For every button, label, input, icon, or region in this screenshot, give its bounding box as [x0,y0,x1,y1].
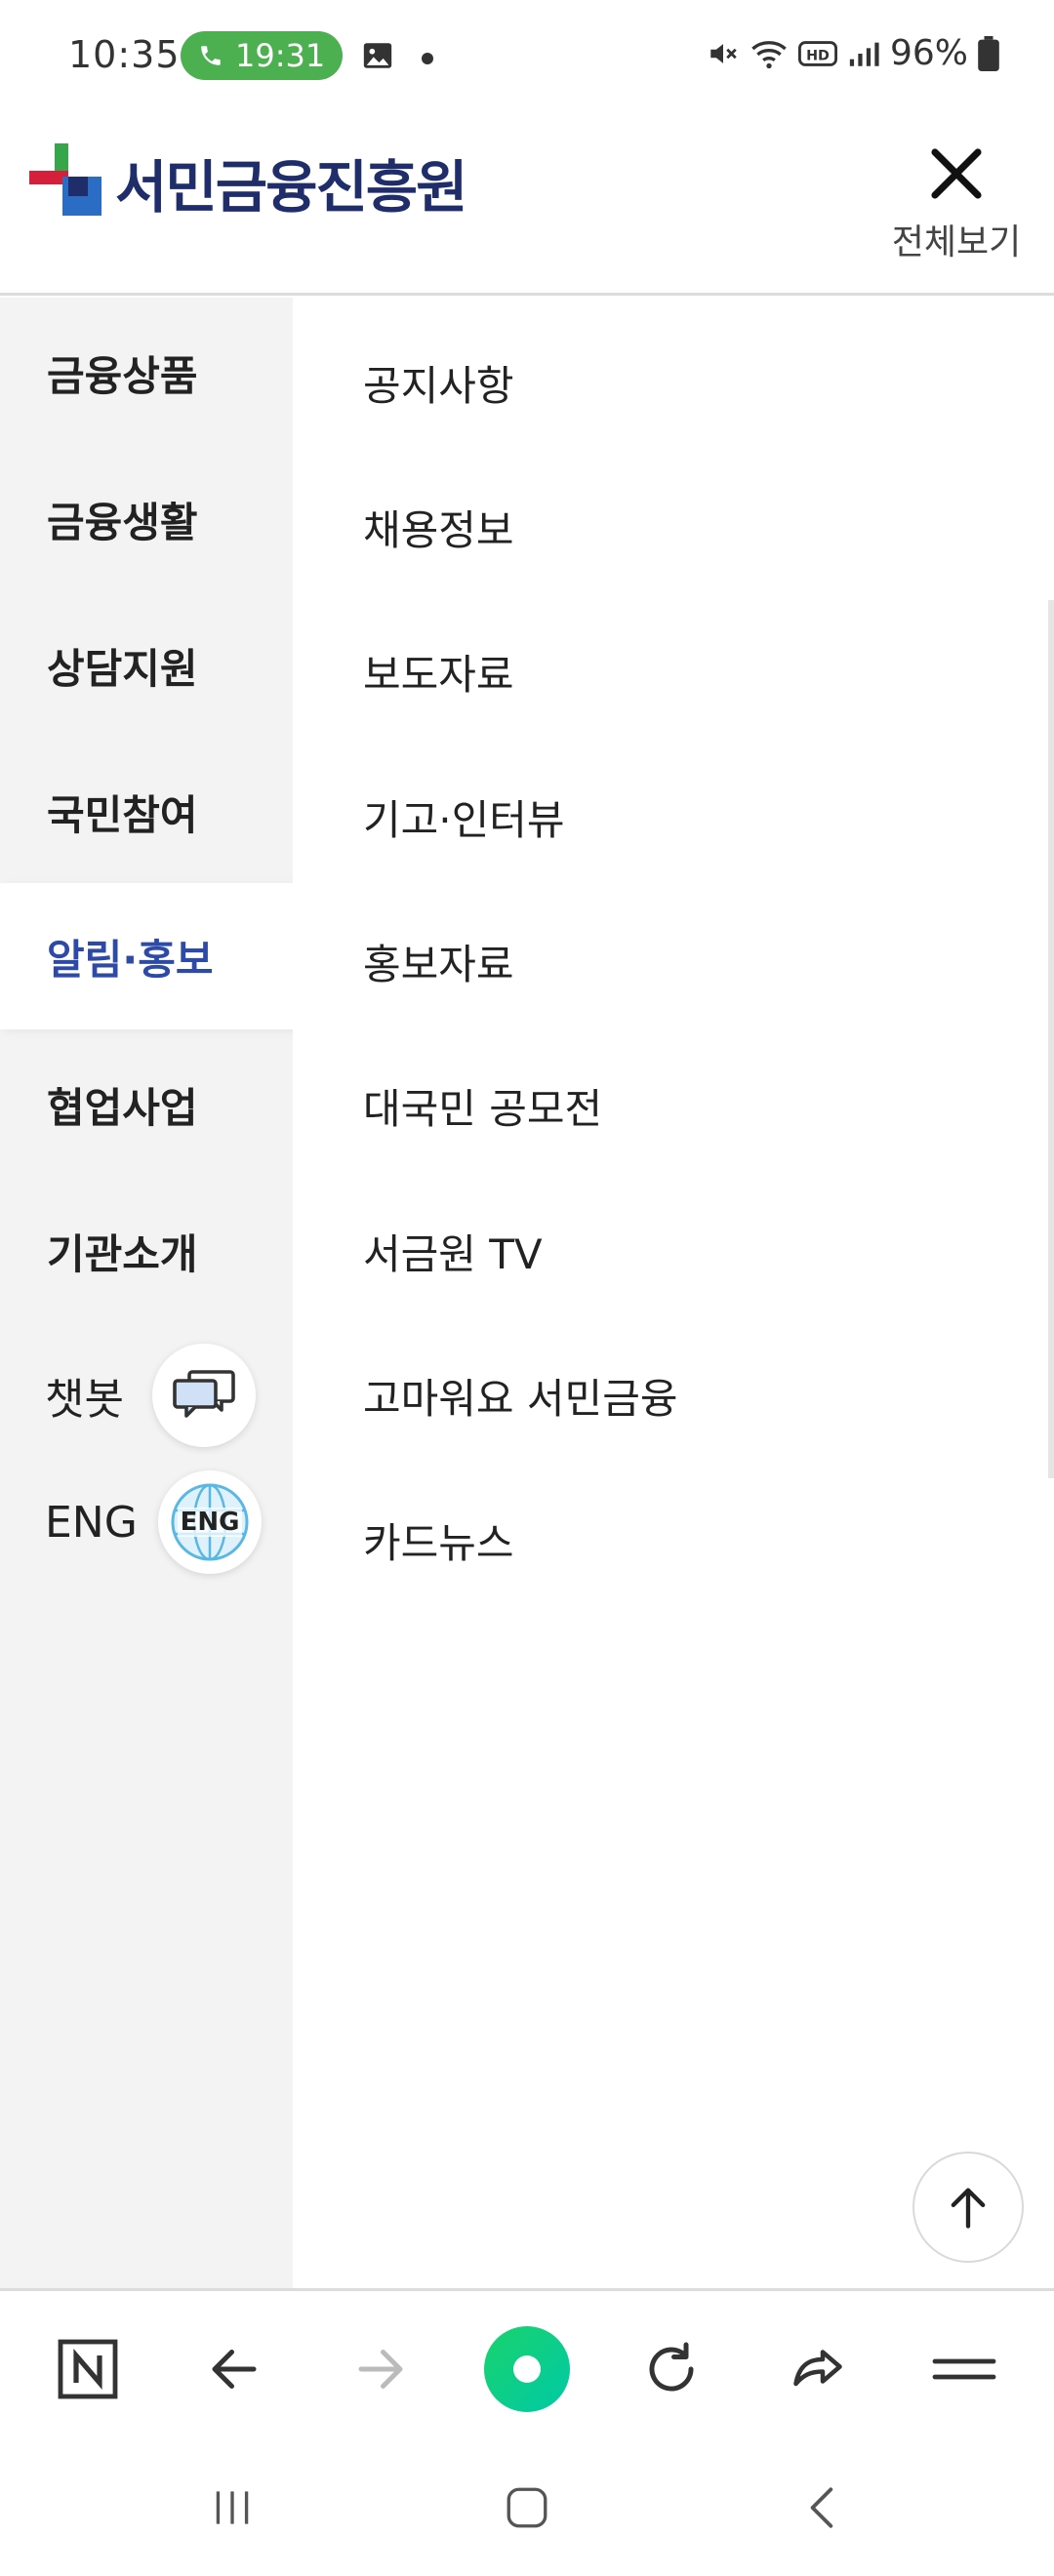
share-icon [793,2350,842,2387]
menu-item-financial-life[interactable]: 금융생활 [0,446,293,592]
submenu-thanks-finance[interactable]: 고마워요 서민금융 [363,1366,677,1426]
menu-item-participation[interactable]: 국민참여 [0,739,293,885]
naver-home-button[interactable] [39,2320,137,2418]
signal-icon [849,42,879,66]
menu-item-about[interactable]: 기관소개 [0,1178,293,1324]
logo-mark-icon [29,143,101,216]
chatbot-button[interactable] [152,1344,256,1447]
submenu-pr-materials[interactable]: 홍보자료 [363,932,514,991]
forward-arrow-icon [358,2350,403,2389]
green-dot-button[interactable] [478,2320,576,2418]
phone-icon [201,46,221,65]
system-nav-bar [0,2439,1054,2576]
home-icon [507,2487,547,2528]
close-menu-label: 전체보기 [891,222,1022,262]
back-arrow-icon [212,2350,257,2389]
chatbot-link[interactable]: 챗봇 [45,1342,289,1449]
call-timer-pill[interactable]: 19:31 [181,31,343,80]
status-time: 10:35 [68,33,181,76]
submenu-press-release[interactable]: 보도자료 [363,642,514,702]
app-header: 서민금융진흥원 전체보기 [0,112,1054,296]
status-right: HD 96% [707,33,999,73]
naver-n-icon [58,2339,118,2399]
close-icon [931,148,982,199]
menu-item-financial-products[interactable]: 금융상품 [0,300,293,446]
menu-button[interactable] [915,2320,1013,2418]
submenu-articles-interviews[interactable]: 기고·인터뷰 [363,787,565,847]
globe-eng-text: ENG [177,1508,243,1537]
scroll-to-top-button[interactable] [912,2152,1024,2263]
menu-item-notice-pr[interactable]: 알림·홍보 [0,883,322,1029]
battery-icon [978,35,999,71]
back-icon [810,2487,833,2528]
submenu-card-news[interactable]: 카드뉴스 [363,1510,514,1570]
logo-text: 서민금융진흥원 [115,154,468,221]
submenu-panel: 공지사항 채용정보 보도자료 기고·인터뷰 홍보자료 대국민 공모전 서금원 T… [293,298,1054,2288]
battery-percent: 96% [889,33,968,73]
share-button[interactable] [769,2320,867,2418]
notification-dot-icon [422,53,433,64]
recent-apps-button[interactable] [183,2469,281,2547]
home-button[interactable] [478,2469,576,2547]
close-menu-button[interactable]: 전체보기 [888,141,1025,264]
mute-icon [710,43,737,63]
gallery-icon [361,39,394,76]
back-button[interactable] [185,2320,283,2418]
refresh-icon [649,2342,694,2392]
submenu-recruitment[interactable]: 채용정보 [363,498,514,557]
green-dot-icon [484,2326,570,2412]
menu-item-cooperation[interactable]: 협업사업 [0,1031,293,1178]
submenu-tv[interactable]: 서금원 TV [363,1222,543,1281]
english-link[interactable]: ENG ENG [45,1469,289,1576]
wifi-icon [751,40,787,68]
english-label: ENG [45,1497,138,1548]
chat-bubbles-icon [173,1370,235,1418]
category-menu: 금융상품 금융생활 상담지원 국민참여 알림·홍보 협업사업 기관소개 챗봇 E… [0,298,322,2288]
submenu-public-contest[interactable]: 대국민 공모전 [363,1076,602,1136]
submenu-notices[interactable]: 공지사항 [363,353,514,413]
forward-button[interactable] [332,2320,429,2418]
browser-toolbar [0,2288,1054,2439]
status-bar: 10:35 19:31 HD 96% [0,0,1054,112]
scrollbar[interactable] [1048,600,1054,1478]
refresh-button[interactable] [623,2320,720,2418]
hd-icon: HD [797,40,837,66]
menu-icon [932,2358,996,2380]
english-button[interactable]: ENG [158,1470,262,1574]
system-back-button[interactable] [774,2469,872,2547]
recent-apps-icon [216,2491,249,2524]
call-timer: 19:31 [235,37,326,74]
chatbot-label: 챗봇 [45,1375,124,1425]
site-logo[interactable]: 서민금융진흥원 [29,141,468,223]
arrow-up-icon [951,2188,986,2229]
svg-text:HD: HD [806,48,830,63]
menu-item-consulting[interactable]: 상담지원 [0,592,293,739]
